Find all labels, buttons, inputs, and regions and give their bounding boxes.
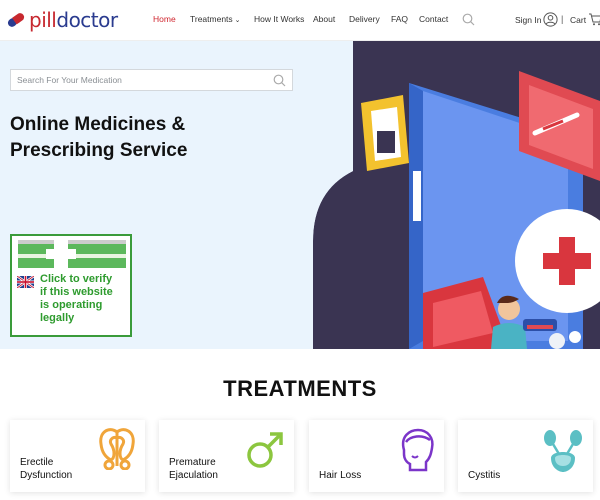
treatment-card-erectile-dysfunction[interactable]: Erectile Dysfunction [10,420,145,492]
nav-how-it-works[interactable]: How It Works [254,14,304,24]
medication-search-input[interactable] [11,70,266,90]
nav-home[interactable]: Home [153,14,176,24]
chevron-down-icon: ⌄ [234,17,241,24]
hero-banner: Online Medicines & Prescribing Service C… [0,41,600,349]
mhra-text-line: legally [40,312,75,324]
treatment-card-hair-loss[interactable]: Hair Loss [309,420,444,492]
uk-flag-icon [17,276,34,288]
hero-title: Online Medicines & Prescribing Service [10,112,300,164]
treatment-card-premature-ejaculation[interactable]: Premature Ejaculation [159,420,294,492]
eu-common-logo-icon [18,240,126,268]
mhra-text-line: is operating [40,299,103,311]
nav-treatments-label: Treatments [190,14,233,24]
card-label: Erectile Dysfunction [20,457,73,481]
nav-delivery[interactable]: Delivery [349,14,380,24]
hero-illustration [313,41,600,349]
mhra-text-line: Click to verify [40,273,113,285]
user-icon[interactable] [543,12,558,27]
search-icon[interactable] [273,74,286,87]
hero-title-line-1: Online Medicines & [10,114,186,135]
cart-icon[interactable] [589,12,600,26]
mhra-text-line: if this website [40,286,113,298]
mhra-verification-badge[interactable]: Click to verify if this website is opera… [10,234,132,337]
card-label: Cystitis [468,470,501,481]
head-icon [401,428,434,472]
pilldoctor-logo[interactable]: pilldoctor [4,6,118,34]
medication-search [10,69,293,91]
site-header: pilldoctor Home Treatments ⌄ How It Works… [0,0,600,41]
treatments-heading: TREATMENTS [223,376,377,401]
nav-contact[interactable]: Contact [419,14,448,24]
card-label: Premature Ejaculation [169,457,218,481]
card-label: Hair Loss [319,470,362,481]
mhra-verify-text: Click to verify if this website is opera… [40,273,130,325]
pill-logo-icon [7,13,25,27]
logo-wordmark: pilldoctor [29,8,118,32]
bladder-icon [544,430,582,472]
nav-faq[interactable]: FAQ [391,14,408,24]
nav-treatments[interactable]: Treatments ⌄ [190,14,241,24]
nav-about[interactable]: About [313,14,335,24]
header-separator: | [561,14,564,24]
search-icon[interactable] [462,13,475,26]
cart-link[interactable]: Cart [570,15,586,25]
sign-in-link[interactable]: Sign In [515,15,541,25]
treatment-card-cystitis[interactable]: Cystitis [458,420,593,492]
hero-title-line-2: Prescribing Service [10,140,188,161]
